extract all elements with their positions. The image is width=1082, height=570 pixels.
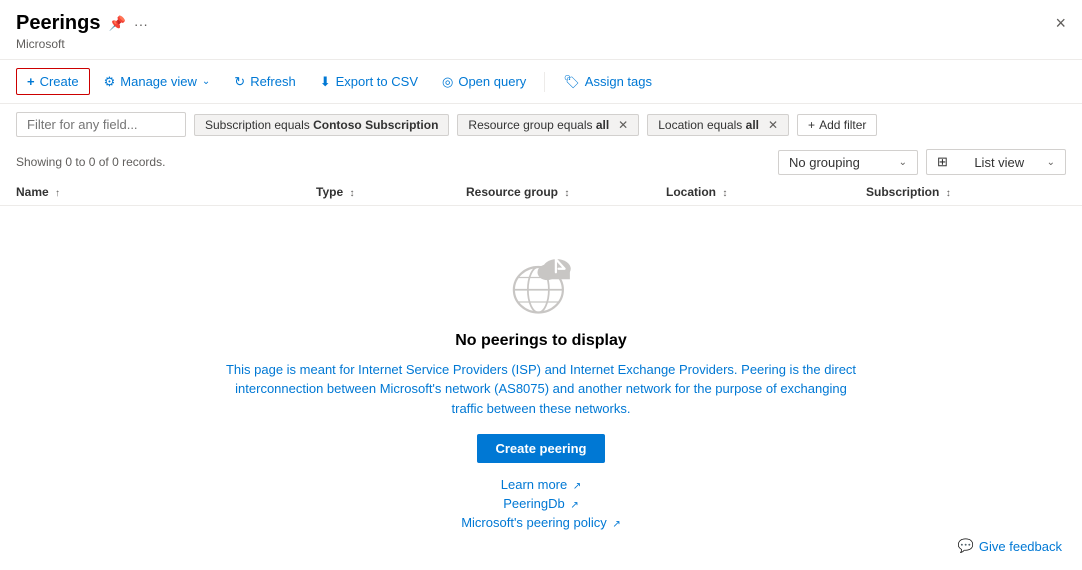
filters-row: Subscription equals Contoso Subscription… (0, 104, 1082, 145)
location-filter-tag: Location equals all ✕ (647, 114, 789, 136)
export-button[interactable]: ⬇ Export to CSV (310, 69, 428, 95)
page-header: Peerings 📌 ··· × Microsoft (0, 0, 1082, 60)
manage-view-label: Manage view (120, 74, 197, 89)
empty-description: This page is meant for Internet Service … (221, 360, 861, 419)
add-filter-icon: + (808, 118, 815, 132)
view-chevron-icon: ⌄ (1047, 157, 1055, 168)
empty-state: No peerings to display This page is mean… (0, 206, 1082, 570)
query-icon: ◎ (442, 74, 453, 90)
create-label: Create (40, 74, 79, 89)
gear-icon: ⚙ (104, 74, 116, 90)
chevron-down-icon: ⌄ (202, 76, 210, 87)
rg-sort-icon: ↕ (564, 188, 569, 199)
view-label: List view (974, 155, 1024, 170)
toolbar-divider (544, 72, 545, 92)
open-query-label: Open query (458, 74, 526, 89)
records-row: Showing 0 to 0 of 0 records. No grouping… (0, 145, 1082, 179)
type-sort-icon: ↕ (349, 188, 354, 199)
resource-group-filter-close[interactable]: ✕ (618, 118, 628, 132)
tag-icon: 🏷 (563, 74, 580, 90)
table-header: Name ↑ Type ↕ Resource group ↕ Location … (0, 179, 1082, 206)
learn-more-external-icon: ↗ (573, 481, 581, 492)
peerings-page: Peerings 📌 ··· × Microsoft + Create ⚙ Ma… (0, 0, 1082, 570)
plus-icon: + (27, 74, 35, 89)
subscription-sort-icon: ↕ (946, 188, 951, 199)
create-peering-button[interactable]: Create peering (477, 434, 604, 463)
peering-policy-external-icon: ↗ (612, 519, 620, 530)
location-sort-icon: ↕ (722, 188, 727, 199)
more-options-icon[interactable]: ··· (134, 16, 148, 32)
subscription-filter-tag: Subscription equals Contoso Subscription (194, 114, 449, 136)
manage-view-button[interactable]: ⚙ Manage view ⌄ (94, 69, 221, 95)
grouping-label: No grouping (789, 155, 860, 170)
toolbar: + Create ⚙ Manage view ⌄ ↻ Refresh ⬇ Exp… (0, 60, 1082, 104)
col-subscription[interactable]: Subscription ↕ (866, 185, 1066, 199)
resource-group-filter-tag: Resource group equals all ✕ (457, 114, 639, 136)
empty-title: No peerings to display (455, 332, 627, 350)
grouping-chevron-icon: ⌄ (899, 157, 907, 168)
records-count: Showing 0 to 0 of 0 records. (16, 155, 165, 169)
list-view-icon: ⊞ (937, 154, 948, 170)
refresh-button[interactable]: ↻ Refresh (224, 69, 305, 95)
add-filter-button[interactable]: + Add filter (797, 114, 877, 136)
open-query-button[interactable]: ◎ Open query (432, 69, 536, 95)
name-sort-icon: ↑ (55, 188, 60, 199)
location-filter-close[interactable]: ✕ (768, 118, 778, 132)
external-links: Learn more ↗ PeeringDb ↗ Microsoft's pee… (461, 477, 621, 530)
export-label: Export to CSV (336, 74, 418, 89)
col-type[interactable]: Type ↕ (316, 185, 466, 199)
give-feedback-button[interactable]: 💬 Give feedback (958, 538, 1062, 554)
peeringdb-external-icon: ↗ (570, 500, 578, 511)
grouping-view-controls: No grouping ⌄ ⊞ List view ⌄ (778, 149, 1066, 175)
export-icon: ⬇ (320, 74, 331, 90)
assign-tags-button[interactable]: 🏷 Assign tags (553, 69, 662, 95)
create-button[interactable]: + Create (16, 68, 90, 95)
network-globe-icon (501, 246, 581, 316)
feedback-label: Give feedback (979, 539, 1062, 554)
page-subtitle: Microsoft (16, 37, 1066, 51)
peeringdb-link[interactable]: PeeringDb ↗ (503, 496, 578, 511)
view-dropdown[interactable]: ⊞ List view ⌄ (926, 149, 1066, 175)
page-title: Peerings (16, 12, 100, 35)
assign-tags-label: Assign tags (585, 74, 652, 89)
col-location[interactable]: Location ↕ (666, 185, 866, 199)
grouping-dropdown[interactable]: No grouping ⌄ (778, 150, 918, 175)
pin-icon[interactable]: 📌 (108, 15, 125, 32)
peering-policy-link[interactable]: Microsoft's peering policy ↗ (461, 515, 621, 530)
col-resource-group[interactable]: Resource group ↕ (466, 185, 666, 199)
col-name[interactable]: Name ↑ (16, 185, 316, 199)
close-icon[interactable]: × (1055, 13, 1066, 34)
filter-input[interactable] (16, 112, 186, 137)
refresh-icon: ↻ (234, 74, 245, 90)
refresh-label: Refresh (250, 74, 296, 89)
feedback-icon: 💬 (958, 538, 974, 554)
add-filter-label: Add filter (819, 118, 866, 132)
learn-more-link[interactable]: Learn more ↗ (501, 477, 582, 492)
